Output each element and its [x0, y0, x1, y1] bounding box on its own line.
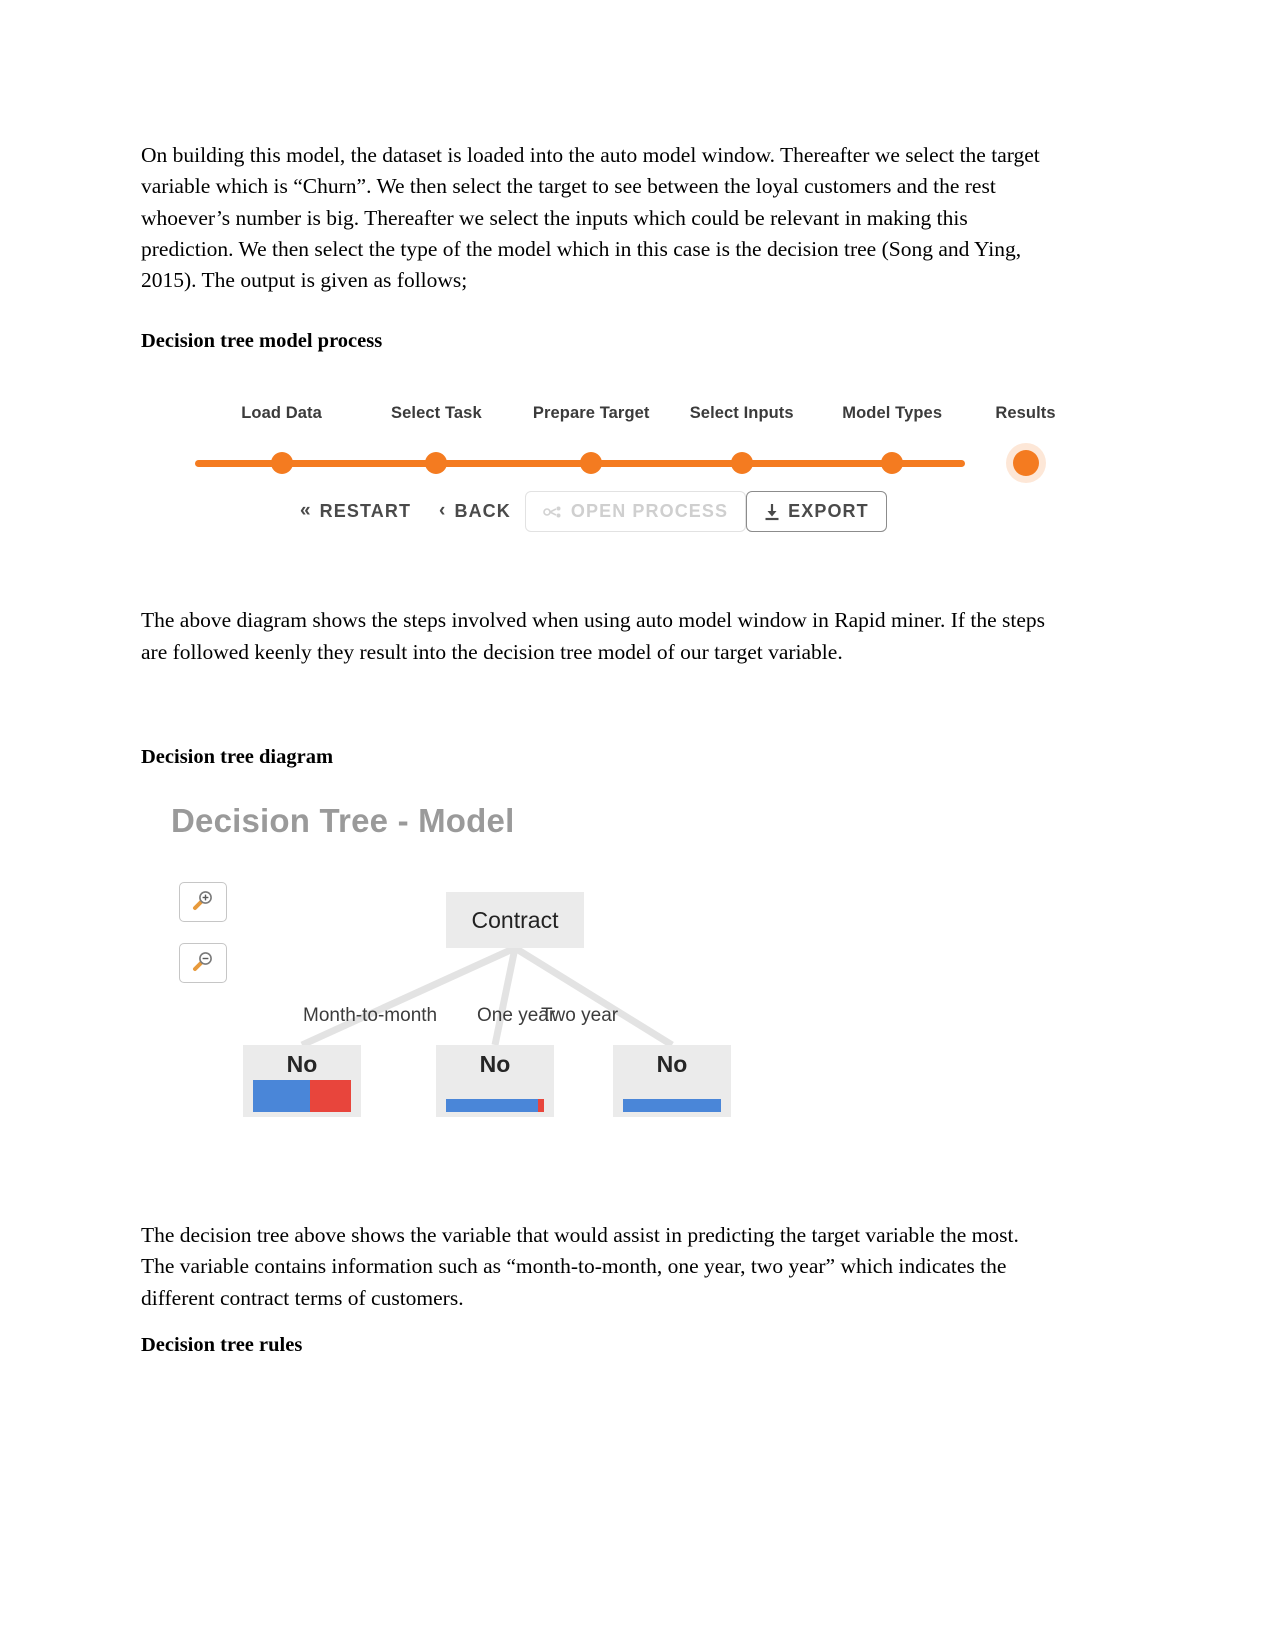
chevron-left-icon: ‹ [439, 500, 447, 522]
tree-leaf-node[interactable]: No [613, 1045, 731, 1118]
process-step-dot-select-task[interactable] [425, 452, 448, 475]
restart-button-label: RESTART [319, 501, 412, 522]
process-step-dot-load-data[interactable] [270, 452, 293, 475]
heading-decision-tree-rules: Decision tree rules [141, 1333, 303, 1356]
tree-node-root-label: Contract [471, 906, 559, 933]
heading-decision-tree-model-process: Decision tree model process [141, 330, 383, 353]
decision-tree-canvas: Contract Month-to-month One year Two yea… [241, 877, 801, 1132]
process-step-label-select-inputs: Select Inputs [689, 404, 794, 423]
process-step-label-select-task: Select Task [391, 404, 482, 423]
process-step-label-model-types: Model Types [842, 404, 943, 423]
heading-decision-tree-diagram: Decision tree diagram [141, 746, 334, 769]
tree-leaf-distribution-bar [253, 1080, 351, 1113]
tree-leaf-label: No [479, 1051, 511, 1078]
magnifier-plus-icon [191, 888, 215, 917]
tree-leaf-distribution-bar [623, 1099, 721, 1113]
process-step-label-results: Results [995, 404, 1056, 423]
paragraph-tree-explanation: The decision tree above shows the variab… [141, 1223, 1019, 1310]
process-step-label-load-data: Load Data [241, 404, 322, 423]
zoom-in-button[interactable] [179, 882, 227, 923]
process-step-label-prepare-target: Prepare Target [532, 404, 650, 423]
open-process-button-label: OPEN PROCESS [570, 501, 729, 522]
bar-segment-red [538, 1099, 544, 1113]
download-icon [764, 503, 780, 521]
export-button-label: EXPORT [788, 501, 869, 522]
restart-button[interactable]: « RESTART [286, 492, 425, 531]
process-step-dot-prepare-target[interactable] [580, 452, 603, 475]
decision-tree-figure: Decision Tree - Model Contract Month-to-… [141, 802, 1056, 1132]
back-button[interactable]: ‹ BACK [425, 492, 525, 531]
bar-segment-blue [446, 1099, 539, 1113]
back-button-label: BACK [454, 501, 511, 522]
document-content: On building this model, the dataset is l… [141, 140, 1056, 1360]
double-chevron-left-icon: « [300, 500, 312, 522]
process-step-dot-results[interactable] [1012, 450, 1039, 477]
tree-leaf-node[interactable]: No [243, 1045, 361, 1118]
paragraph-process-explanation: The above diagram shows the steps involv… [141, 608, 1046, 664]
tree-leaf-node[interactable]: No [436, 1045, 554, 1118]
document-page: On building this model, the dataset is l… [0, 0, 1275, 1651]
tree-node-root[interactable]: Contract [446, 892, 584, 949]
tree-leaf-label: No [656, 1051, 688, 1078]
magnifier-minus-icon [191, 949, 215, 978]
zoom-out-button[interactable] [179, 943, 227, 984]
rapidminer-process-widget: Load Data Select Task Prepare Target Sel… [141, 386, 1056, 561]
decision-tree-title: Decision Tree - Model [171, 802, 515, 840]
bar-segment-blue [623, 1099, 721, 1113]
process-progress-track [187, 446, 1047, 482]
process-step-dot-select-inputs[interactable] [730, 452, 753, 475]
tree-leaf-label: No [286, 1051, 318, 1078]
process-step-dot-model-types[interactable] [881, 452, 904, 475]
bar-segment-blue [253, 1080, 310, 1113]
process-node-icon [543, 505, 563, 519]
paragraph-intro: On building this model, the dataset is l… [141, 143, 1040, 293]
export-button[interactable]: EXPORT [746, 491, 887, 533]
bar-segment-red [309, 1080, 351, 1113]
tree-leaf-distribution-bar [446, 1099, 544, 1113]
tree-edge-label-two-year: Two year [541, 1005, 619, 1027]
process-button-row: « RESTART ‹ BACK OPEN PROCESS EXPORT [286, 491, 887, 533]
open-process-button[interactable]: OPEN PROCESS [524, 491, 747, 533]
tree-edge-label-month-to-month: Month-to-month [303, 1005, 438, 1027]
process-step-labels: Load Data Select Task Prepare Target Sel… [187, 404, 1055, 434]
